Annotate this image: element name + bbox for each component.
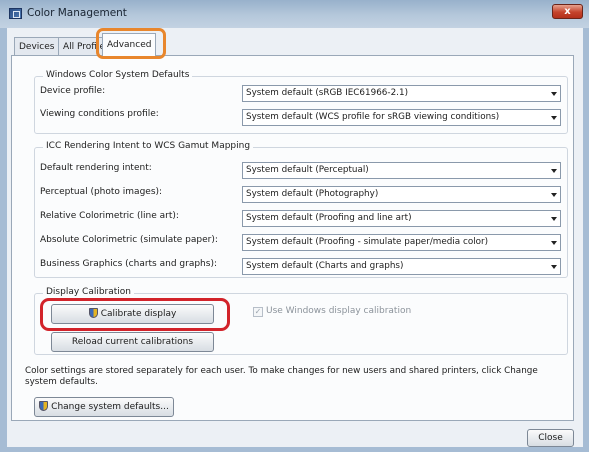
relative-colorimetric-label: Relative Colorimetric (line art): — [40, 211, 179, 221]
absolute-colorimetric-value: System default (Proofing - simulate pape… — [246, 237, 489, 247]
wcs-defaults-title: Windows Color System Defaults — [43, 70, 193, 80]
reload-calibrations-button[interactable]: Reload current calibrations — [51, 332, 214, 352]
display-calibration-title: Display Calibration — [43, 287, 135, 297]
absolute-colorimetric-select[interactable]: System default (Proofing - simulate pape… — [242, 234, 561, 251]
window-title: Color Management — [27, 7, 127, 19]
tab-devices[interactable]: Devices — [14, 37, 60, 56]
relative-colorimetric-value: System default (Proofing and line art) — [246, 213, 412, 223]
perceptual-select[interactable]: System default (Photography) — [242, 186, 561, 203]
device-profile-label: Device profile: — [40, 86, 106, 96]
viewing-conditions-select[interactable]: System default (WCS profile for sRGB vie… — [242, 109, 561, 126]
perceptual-value: System default (Photography) — [246, 189, 379, 199]
info-text: Color settings are stored separately for… — [25, 366, 538, 387]
close-button[interactable]: Close — [527, 429, 574, 447]
title-bar[interactable]: Color Management x — [0, 0, 589, 28]
chevron-down-icon — [551, 169, 557, 173]
chevron-down-icon — [551, 193, 557, 197]
viewing-conditions-label: Viewing conditions profile: — [40, 109, 159, 119]
tab-highlight-annotation — [96, 28, 166, 59]
relative-colorimetric-select[interactable]: System default (Proofing and line art) — [242, 210, 561, 227]
chevron-down-icon — [551, 92, 557, 96]
change-system-defaults-button[interactable]: Change system defaults... — [34, 397, 174, 417]
chevron-down-icon — [551, 116, 557, 120]
default-rendering-intent-value: System default (Perceptual) — [246, 165, 369, 175]
calibrate-highlight-annotation — [40, 298, 230, 331]
device-profile-value: System default (sRGB IEC61966-2.1) — [246, 88, 408, 98]
business-graphics-select[interactable]: System default (Charts and graphs) — [242, 258, 561, 275]
business-graphics-label: Business Graphics (charts and graphs): — [40, 259, 217, 269]
icc-mapping-title: ICC Rendering Intent to WCS Gamut Mappin… — [43, 141, 254, 151]
viewing-conditions-value: System default (WCS profile for sRGB vie… — [246, 112, 500, 122]
use-windows-calibration-checkbox[interactable]: ✓ — [253, 307, 263, 317]
chevron-down-icon — [551, 265, 557, 269]
color-management-icon — [9, 8, 22, 19]
shield-icon — [39, 401, 49, 411]
window-close-button[interactable]: x — [552, 4, 583, 19]
change-system-defaults-label: Change system defaults... — [51, 402, 169, 412]
chevron-down-icon — [551, 241, 557, 245]
chevron-down-icon — [551, 217, 557, 221]
perceptual-label: Perceptual (photo images): — [40, 187, 163, 197]
use-windows-calibration-label: Use Windows display calibration — [266, 306, 412, 316]
default-rendering-intent-select[interactable]: System default (Perceptual) — [242, 162, 561, 179]
default-rendering-intent-label: Default rendering intent: — [40, 163, 152, 173]
device-profile-select[interactable]: System default (sRGB IEC61966-2.1) — [242, 85, 561, 102]
absolute-colorimetric-label: Absolute Colorimetric (simulate paper): — [40, 235, 218, 245]
business-graphics-value: System default (Charts and graphs) — [246, 261, 404, 271]
